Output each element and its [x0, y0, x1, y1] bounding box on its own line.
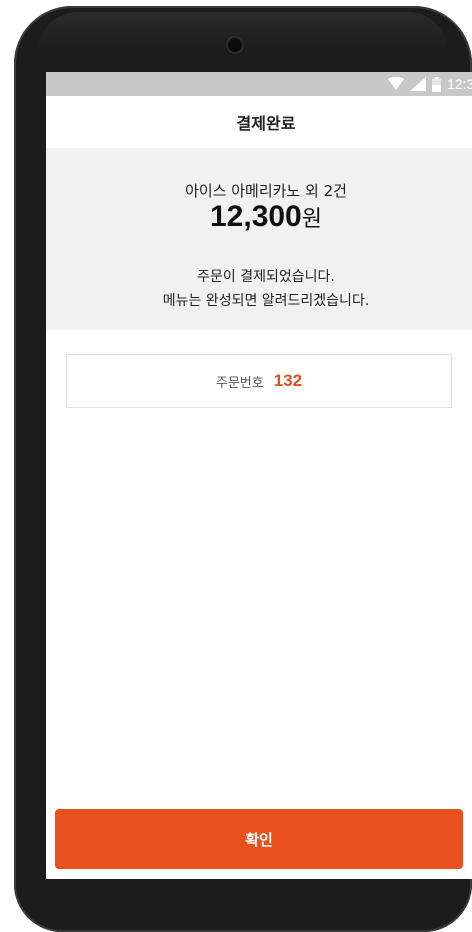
status-clock: 12:30 [446, 76, 472, 92]
currency-unit: 원 [301, 207, 322, 232]
device-frame: 12:30 결제완료 아이스 아메리카노 외 2건 12,300원 주문이 결제… [14, 6, 472, 932]
title-bar: 결제완료 [46, 96, 472, 148]
page-title: 결제완료 [236, 114, 296, 133]
order-number-box: 주문번호 132 [66, 354, 452, 408]
amount-value: 12,300 [209, 200, 302, 233]
wifi-icon [387, 77, 404, 91]
signal-icon [409, 77, 426, 91]
battery-icon [431, 76, 441, 92]
notify-message: 메뉴는 완성되면 알려드리겠습니다. [162, 293, 370, 309]
front-camera [226, 36, 244, 54]
app-screen: 12:30 결제완료 아이스 아메리카노 외 2건 12,300원 주문이 결제… [46, 72, 472, 879]
status-bar: 12:30 [46, 72, 472, 96]
confirm-button-label: 확인 [245, 830, 273, 849]
status-icons: 12:30 [387, 72, 472, 96]
confirm-button[interactable]: 확인 [55, 809, 463, 869]
payment-amount: 12,300원 [46, 200, 472, 234]
payment-complete-message: 주문이 결제되었습니다. [197, 269, 335, 285]
order-item-name: 아이스 아메리카노 외 2건 [185, 182, 347, 200]
order-number-value: 132 [273, 371, 303, 390]
order-number-label: 주문번호 [215, 375, 264, 391]
payment-summary: 아이스 아메리카노 외 2건 12,300원 주문이 결제되었습니다. 메뉴는 … [46, 148, 472, 330]
